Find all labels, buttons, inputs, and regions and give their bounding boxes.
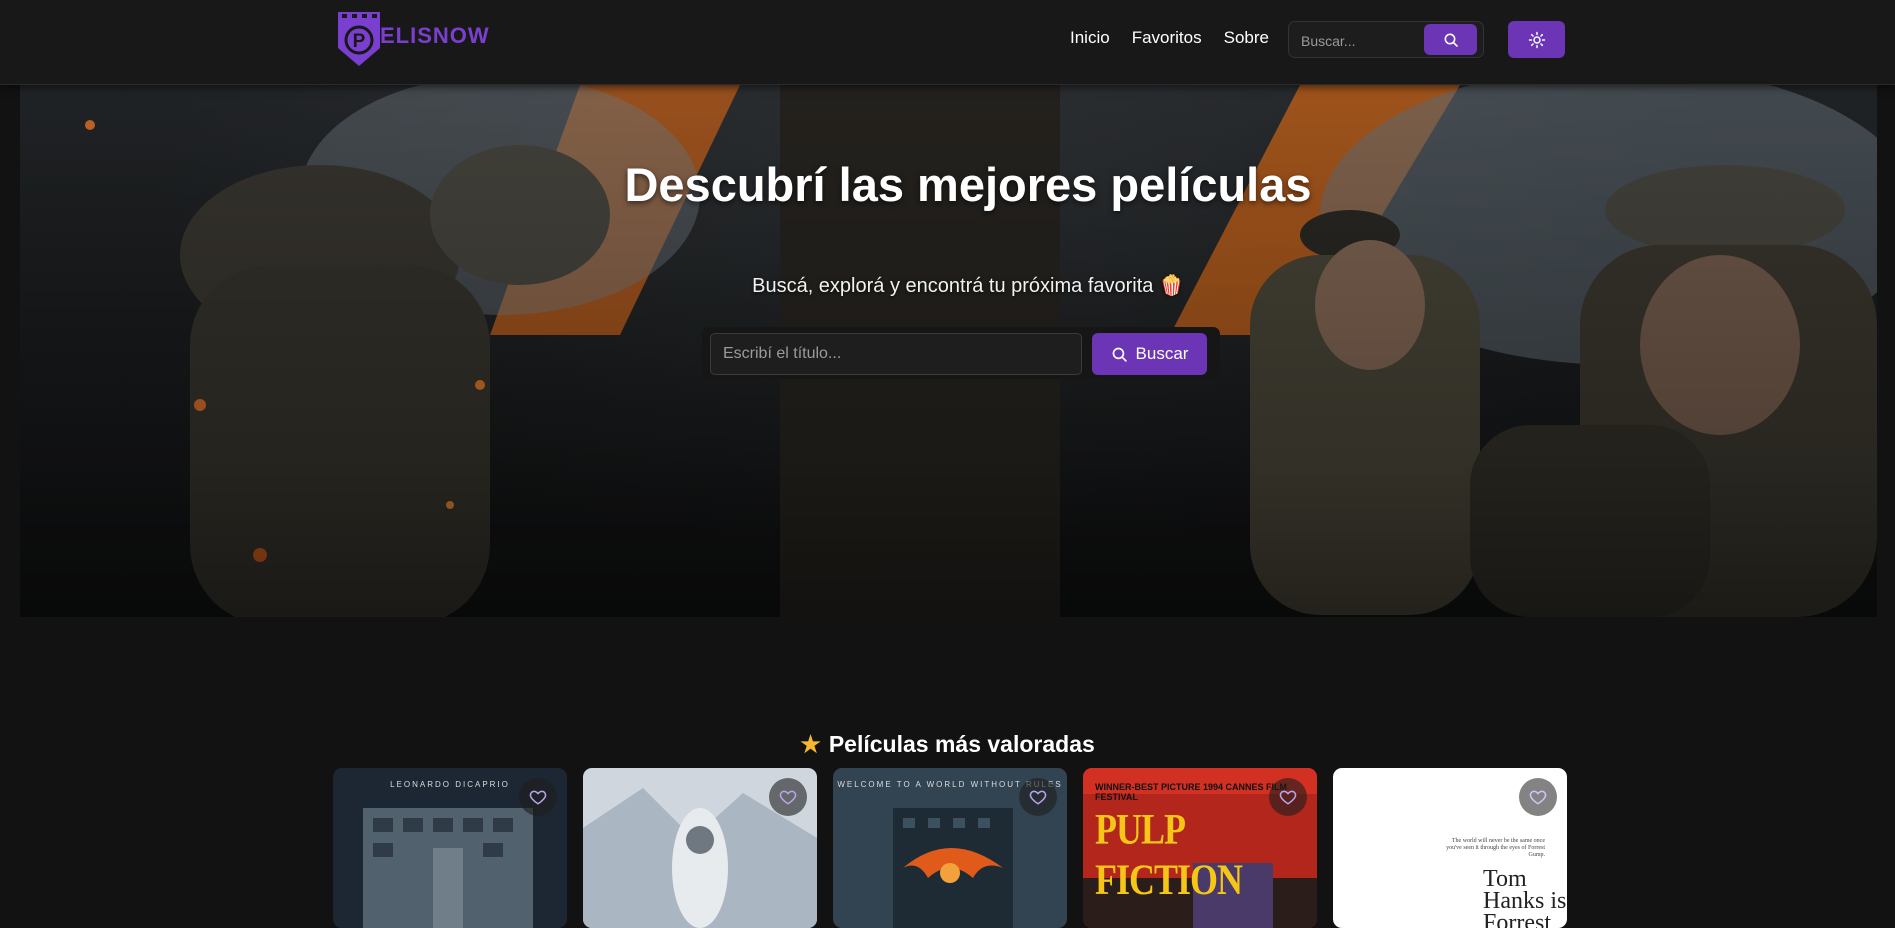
favorite-button[interactable] bbox=[519, 778, 557, 816]
theme-toggle-button[interactable] bbox=[1508, 21, 1565, 58]
nav-links: Inicio Favoritos Sobre bbox=[1070, 28, 1269, 48]
hero-search-input[interactable] bbox=[710, 333, 1082, 375]
heart-icon bbox=[1529, 790, 1547, 805]
brand-name: ELISNOW bbox=[380, 23, 490, 48]
favorite-button[interactable] bbox=[769, 778, 807, 816]
hero-search-button[interactable]: Buscar bbox=[1092, 333, 1207, 375]
hero-title: Descubrí las mejores películas bbox=[624, 158, 1312, 211]
hero-subtitle: Buscá, explorá y encontrá tu próxima fav… bbox=[752, 275, 1184, 297]
movie-card[interactable]: LEONARDO DICAPRIO bbox=[333, 768, 567, 928]
heart-icon bbox=[1279, 790, 1297, 805]
poster-caption: PULP FICTION bbox=[1095, 805, 1243, 904]
nav-link-sobre[interactable]: Sobre bbox=[1224, 28, 1269, 48]
nav-link-favoritos[interactable]: Favoritos bbox=[1132, 28, 1202, 48]
movie-card[interactable] bbox=[583, 768, 817, 928]
favorite-button[interactable] bbox=[1519, 778, 1557, 816]
navbar: P ELISNOW Inicio Favoritos Sobre bbox=[0, 0, 1895, 85]
nav-search bbox=[1288, 21, 1484, 58]
movie-card[interactable]: The world will never be the same once yo… bbox=[1333, 768, 1567, 928]
hero-search-form: Buscar bbox=[702, 327, 1220, 379]
search-icon bbox=[1444, 33, 1458, 47]
heart-icon bbox=[1029, 790, 1047, 805]
sun-icon bbox=[1528, 31, 1545, 48]
movie-cards: LEONARDO DICAPRIO WELCOME TO A WORLD WIT… bbox=[333, 768, 1567, 928]
star-icon: ★ bbox=[800, 731, 821, 758]
heart-icon bbox=[529, 790, 547, 805]
favorite-button[interactable] bbox=[1019, 778, 1057, 816]
logo-letter: P bbox=[353, 31, 366, 52]
hero-banner: Descubrí las mejores películas Buscá, ex… bbox=[20, 85, 1877, 617]
movie-card[interactable]: WINNER-BEST PICTURE 1994 CANNES FILM FES… bbox=[1083, 768, 1317, 928]
logo[interactable]: P ELISNOW bbox=[334, 8, 490, 68]
top-rated-heading: ★ Películas más valoradas bbox=[0, 731, 1895, 758]
favorite-button[interactable] bbox=[1269, 778, 1307, 816]
poster-tagline: The world will never be the same once yo… bbox=[1446, 838, 1545, 858]
nav-search-button[interactable] bbox=[1424, 24, 1477, 55]
poster-caption: Tom Hanks is Forrest bbox=[1483, 866, 1567, 928]
heart-icon bbox=[779, 790, 797, 805]
movie-card[interactable]: WELCOME TO A WORLD WITHOUT RULES bbox=[833, 768, 1067, 928]
top-rated-heading-text: Películas más valoradas bbox=[828, 731, 1095, 758]
hero-search-button-label: Buscar bbox=[1135, 344, 1189, 363]
search-icon bbox=[1112, 347, 1127, 362]
logo-icon: P bbox=[338, 12, 380, 66]
nav-link-inicio[interactable]: Inicio bbox=[1070, 28, 1110, 48]
